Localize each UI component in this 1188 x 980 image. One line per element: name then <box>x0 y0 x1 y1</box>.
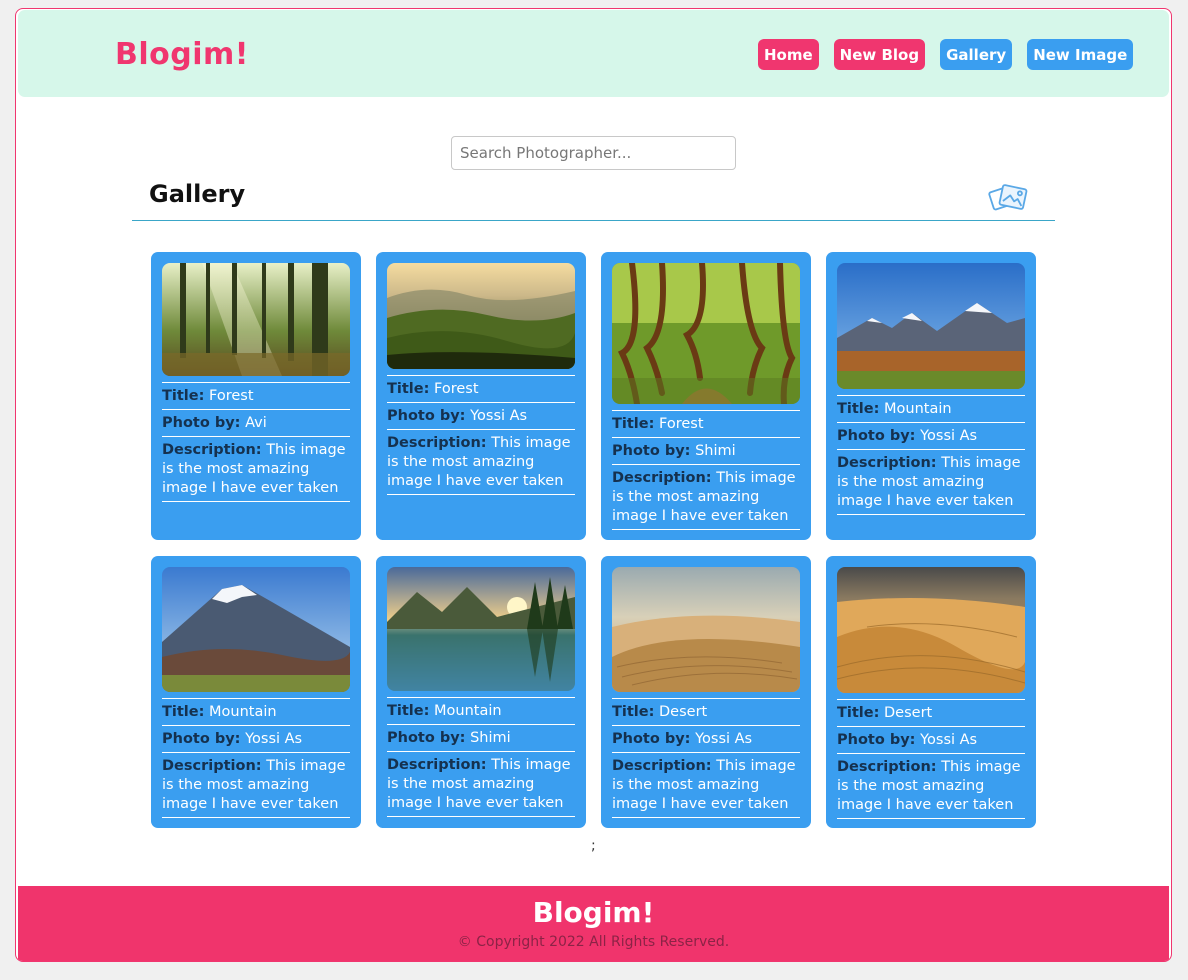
card-photographer-row: Photo by: Shimi <box>612 437 800 464</box>
card-photographer: Yossi As <box>695 731 753 747</box>
card-description-row: Description: This image is the most amaz… <box>612 752 800 818</box>
gallery-grid: Title: Forest Photo by: Avi Description:… <box>151 252 1036 828</box>
card-title-row: Title: Forest <box>162 382 350 409</box>
page-title: Gallery <box>149 180 246 208</box>
footer-brand: Blogim! <box>532 896 655 929</box>
gallery-card[interactable]: Title: Forest Photo by: Avi Description:… <box>151 252 361 540</box>
card-photographer-row: Photo by: Avi <box>162 409 350 436</box>
card-title-row: Title: Mountain <box>837 395 1025 422</box>
dunes-golden-photo <box>837 567 1025 693</box>
forest-sunbeams-photo <box>162 263 350 376</box>
card-title-row: Title: Desert <box>612 698 800 725</box>
card-photographer-row: Photo by: Yossi As <box>837 726 1025 753</box>
card-title: Forest <box>209 388 254 404</box>
card-photographer-row: Photo by: Yossi As <box>612 725 800 752</box>
copyright-text: © Copyright 2022 All Rights Reserved. <box>457 934 730 950</box>
card-title-row: Title: Forest <box>612 410 800 437</box>
dunes-pale-photo <box>612 567 800 692</box>
nav-bar: Home New Blog Gallery New Image <box>758 39 1134 70</box>
nav-gallery-button[interactable]: Gallery <box>940 39 1013 70</box>
card-description-row: Description: This image is the most amaz… <box>162 436 350 502</box>
gallery-card[interactable]: Title: Desert Photo by: Yossi As Descrip… <box>826 556 1036 828</box>
card-photographer-row: Photo by: Shimi <box>387 724 575 751</box>
card-photographer: Avi <box>245 415 267 431</box>
card-photographer: Yossi As <box>470 408 528 424</box>
gallery-card[interactable]: Title: Forest Photo by: Shimi Descriptio… <box>601 252 811 540</box>
card-title: Mountain <box>209 704 277 720</box>
card-title-row: Title: Forest <box>387 375 575 402</box>
gallery-card[interactable]: Title: Forest Photo by: Yossi As Descrip… <box>376 252 586 540</box>
card-photographer-row: Photo by: Yossi As <box>837 422 1025 449</box>
card-description-row: Description: This image is the most amaz… <box>387 751 575 817</box>
lake-reflection-photo <box>387 567 575 691</box>
nav-new-blog-button[interactable]: New Blog <box>833 39 926 70</box>
card-photographer: Yossi As <box>920 732 978 748</box>
card-photographer: Yossi As <box>245 731 303 747</box>
card-title: Mountain <box>434 703 502 719</box>
card-photographer-row: Photo by: Yossi As <box>162 725 350 752</box>
header: Blogim! Home New Blog Gallery New Image <box>18 10 1169 97</box>
green-hills-photo <box>387 263 575 369</box>
brand-logo[interactable]: Blogim! <box>115 37 249 72</box>
volcano-photo <box>162 567 350 692</box>
card-photographer-row: Photo by: Yossi As <box>387 402 575 429</box>
gallery-card[interactable]: Title: Mountain Photo by: Yossi As Descr… <box>151 556 361 828</box>
images-icon <box>988 181 1028 219</box>
gallery-card[interactable]: Title: Mountain Photo by: Yossi As Descr… <box>826 252 1036 540</box>
card-description-row: Description: This image is the most amaz… <box>387 429 575 495</box>
snowy-peaks-photo <box>837 263 1025 389</box>
card-photographer: Shimi <box>470 730 511 746</box>
card-photographer: Yossi As <box>920 428 978 444</box>
stray-text: ; <box>591 838 596 854</box>
gallery-card[interactable]: Title: Mountain Photo by: Shimi Descript… <box>376 556 586 828</box>
search-photographer-input[interactable] <box>451 136 736 170</box>
nav-new-image-button[interactable]: New Image <box>1027 39 1134 70</box>
card-description-row: Description: This image is the most amaz… <box>837 753 1025 819</box>
card-title: Mountain <box>884 401 952 417</box>
card-title-row: Title: Mountain <box>162 698 350 725</box>
crooked-forest-photo <box>612 263 800 404</box>
card-title: Forest <box>659 416 704 432</box>
nav-home-button[interactable]: Home <box>758 39 819 70</box>
card-title: Desert <box>884 705 933 721</box>
card-title: Desert <box>659 704 708 720</box>
title-divider <box>132 220 1055 221</box>
footer: Blogim! © Copyright 2022 All Rights Rese… <box>18 886 1169 961</box>
gallery-card[interactable]: Title: Desert Photo by: Yossi As Descrip… <box>601 556 811 828</box>
card-photographer: Shimi <box>695 443 736 459</box>
card-title-row: Title: Desert <box>837 699 1025 726</box>
card-title: Forest <box>434 381 479 397</box>
card-title-row: Title: Mountain <box>387 697 575 724</box>
page-frame: Blogim! Home New Blog Gallery New Image … <box>15 8 1172 962</box>
card-description-row: Description: This image is the most amaz… <box>612 464 800 530</box>
card-description-row: Description: This image is the most amaz… <box>837 449 1025 515</box>
card-description-row: Description: This image is the most amaz… <box>162 752 350 818</box>
